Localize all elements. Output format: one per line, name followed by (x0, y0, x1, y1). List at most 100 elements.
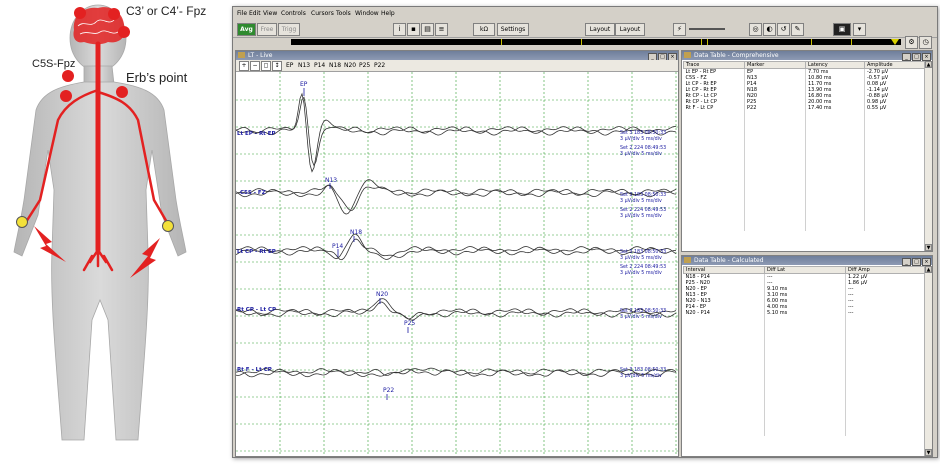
set-label: Set 2 224 08:49:53 (620, 207, 666, 213)
electrode-label-c3-c4: C3’ or C4’- Fpz (126, 4, 207, 18)
impedance-button[interactable]: kΩ (473, 23, 495, 36)
scale-label: 3 µV/div 5 ms/div (620, 198, 662, 204)
trigg-button[interactable]: Trigg (278, 23, 300, 36)
set-label: Set 3 183 08:50:33 (620, 249, 666, 255)
scrollbar[interactable]: ▲ ▼ (924, 266, 932, 456)
cycle-icon[interactable]: ◐ (763, 23, 776, 36)
scale-label: 3 µV/div 5 ms/div (620, 373, 662, 379)
set-label: Set 3 183 08:50:33 (620, 367, 666, 373)
timeline-cursor-icon[interactable] (891, 39, 899, 45)
eeg-application-window: File Edit View Controls Cursors Tools Wi… (232, 6, 938, 458)
comprehensive-table-window: Data Table - Comprehensive _ □ × Trace Mar… (681, 50, 933, 252)
menu-window[interactable]: Window (355, 10, 379, 17)
zoom-out-icon[interactable]: − (250, 61, 260, 71)
marker-tab[interactable]: N20 (344, 62, 356, 69)
free-button[interactable]: Free (257, 23, 277, 36)
electrode-c3 (74, 7, 86, 19)
calculated-titlebar[interactable]: Data Table - Calculated _ □ × (682, 256, 932, 266)
layout-button-2[interactable]: Layout (615, 23, 645, 36)
column-header[interactable]: Latency (805, 61, 865, 69)
column-header[interactable]: Marker (744, 61, 806, 69)
marker-tool-icon[interactable]: ↕ (272, 61, 282, 71)
table-icon (684, 257, 691, 263)
report-icon[interactable]: ≡ (435, 23, 448, 36)
print-icon[interactable]: ▤ (421, 23, 434, 36)
live-toolbar: + − ◻ ↕ EP N13 P14 N18 N20 P25 P22 (236, 60, 678, 72)
electrode-label-c5s: C5S-Fpz (32, 58, 76, 70)
maximize-icon[interactable]: □ (912, 53, 921, 61)
avg-button[interactable]: Avg (237, 23, 256, 36)
close-icon[interactable]: × (922, 258, 931, 266)
calculated-table-window: Data Table - Calculated _ □ × Interval Dif… (681, 255, 933, 457)
menu-help[interactable]: Help (381, 10, 395, 17)
timeline-bar: ⚙ ◷ (233, 36, 937, 49)
trace-label: Rt F - Lt CP (237, 367, 272, 373)
menu-controls[interactable]: Controls (281, 10, 306, 17)
marker-tab[interactable]: N18 (329, 62, 341, 69)
live-window: LT - Live _ □ × + − ◻ ↕ EP N13 P14 N18 N20… (235, 50, 679, 457)
marker-icon[interactable]: ✎ (791, 23, 804, 36)
marker-tab[interactable]: P25 (359, 62, 370, 69)
scale-label: 3 µV/div 5 ms/div (620, 151, 662, 157)
menu-view[interactable]: View (263, 10, 277, 17)
column-header[interactable]: Diff Lat (764, 266, 846, 274)
electrode-c4 (108, 8, 120, 20)
electrode-c5s (62, 70, 74, 82)
timeline-clock-icon[interactable]: ◷ (919, 36, 932, 49)
volume-slider[interactable] (689, 28, 725, 30)
waveform-plot[interactable]: Lt EP - Rt EP C5S - FZ Lt CP - Rt EP Rt … (236, 72, 678, 456)
save-icon[interactable]: ▪ (407, 23, 420, 36)
close-icon[interactable]: × (922, 53, 931, 61)
column-header[interactable]: Interval (683, 266, 765, 274)
timeline-track[interactable] (291, 39, 901, 45)
minimize-icon[interactable]: _ (902, 53, 911, 61)
rewind-icon[interactable]: ↺ (777, 23, 790, 36)
minimize-icon[interactable]: _ (902, 258, 911, 266)
layout-button-1[interactable]: Layout (585, 23, 615, 36)
menu-file[interactable]: File (237, 10, 247, 17)
menu-tools[interactable]: Tools (336, 10, 351, 17)
peak-label-n18[interactable]: N18 (350, 229, 362, 236)
scale-label: 3 µV/div 5 ms/div (620, 213, 662, 219)
maximize-icon[interactable]: □ (912, 258, 921, 266)
peak-label-ep[interactable]: EP (300, 81, 308, 88)
window-icon (238, 52, 245, 58)
settings-button[interactable]: Settings (497, 23, 529, 36)
peak-label-p14[interactable]: P14 (332, 243, 343, 250)
column-header[interactable]: Trace (683, 61, 745, 69)
marker-tab[interactable]: N13 (298, 62, 310, 69)
info-icon[interactable]: i (393, 23, 406, 36)
menu-bar: File Edit View Controls Cursors Tools Wi… (233, 7, 937, 20)
menu-cursors[interactable]: Cursors (311, 10, 334, 17)
trace-label: Lt EP - Rt EP (237, 131, 276, 137)
peak-label-p22[interactable]: P22 (383, 387, 394, 394)
live-window-title: LT - Live (248, 52, 273, 59)
video-icon[interactable]: ▣ (833, 23, 851, 36)
scrollbar[interactable]: ▲ ▼ (924, 61, 932, 251)
live-window-titlebar[interactable]: LT - Live _ □ × (236, 51, 678, 61)
zoom-fit-icon[interactable]: ◻ (261, 61, 271, 71)
zoom-in-icon[interactable]: + (239, 61, 249, 71)
set-label: Set 3 183 08:50:33 (620, 308, 666, 314)
peak-label-n13[interactable]: N13 (325, 177, 337, 184)
peak-label-p25[interactable]: P25 (404, 320, 415, 327)
trace-label: C5S - FZ (240, 190, 266, 196)
stop-icon[interactable]: ◎ (749, 23, 762, 36)
stimulator-icon[interactable]: ⚡ (673, 23, 686, 36)
trace-label: Lt CP - Rt EP (237, 249, 276, 255)
electrode-erb-left (60, 90, 72, 102)
scale-label: 3 µV/div 5 ms/div (620, 314, 662, 320)
dropdown-icon[interactable]: ▾ (853, 23, 866, 36)
timeline-gear-icon[interactable]: ⚙ (905, 36, 918, 49)
marker-tab[interactable]: P14 (314, 62, 325, 69)
set-label: Set 3 183 08:50:33 (620, 130, 666, 136)
marker-tab[interactable]: P22 (374, 62, 385, 69)
table-icon (684, 52, 691, 58)
comprehensive-titlebar[interactable]: Data Table - Comprehensive _ □ × (682, 51, 932, 61)
column-header[interactable]: Amplitude (864, 61, 928, 69)
column-header[interactable]: Diff Amp (845, 266, 929, 274)
marker-tab[interactable]: EP (286, 62, 293, 69)
peak-label-n20[interactable]: N20 (376, 291, 388, 298)
electrode-erb-right (116, 86, 128, 98)
menu-edit[interactable]: Edit (249, 10, 261, 17)
